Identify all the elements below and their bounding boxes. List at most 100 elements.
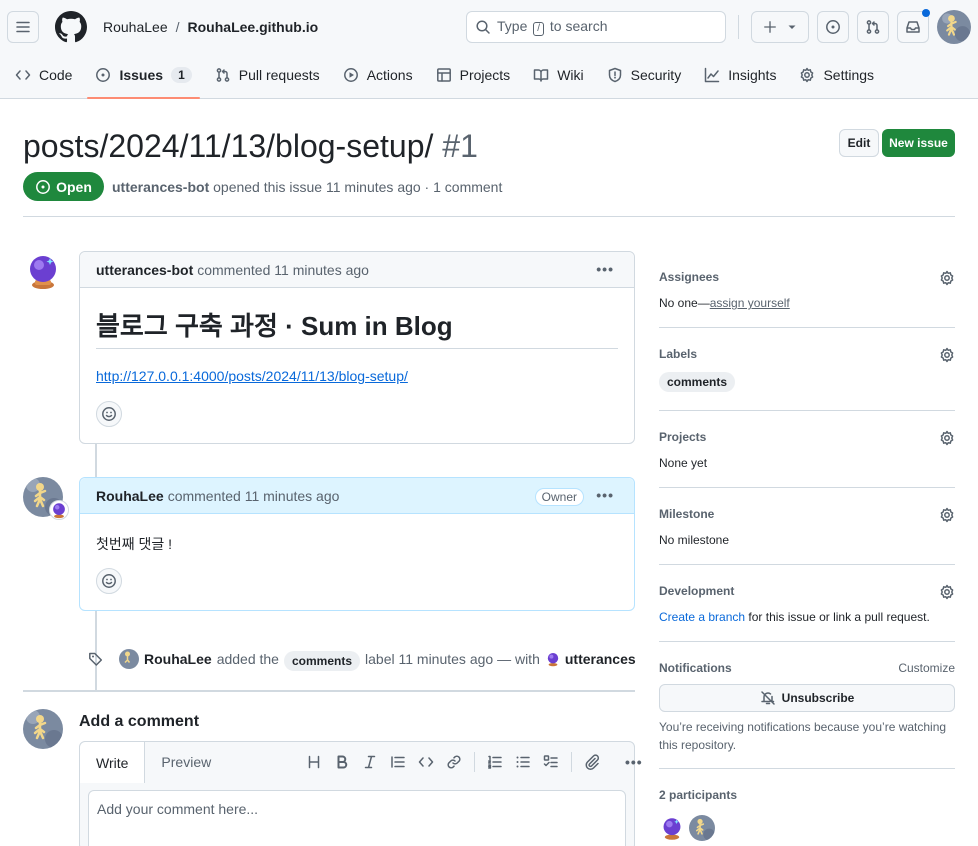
comment-timestamp: commented 11 minutes ago — [167, 487, 340, 504]
gear-icon[interactable] — [939, 430, 955, 446]
gear-icon[interactable] — [939, 347, 955, 363]
ordered-list-icon[interactable] — [487, 754, 503, 770]
gear-icon[interactable] — [939, 584, 955, 600]
tab-insights[interactable]: Insights — [696, 58, 784, 92]
comment-link[interactable]: http://127.0.0.1:4000/posts/2024/11/13/b… — [96, 368, 408, 384]
unsubscribe-label: Unsubscribe — [781, 691, 855, 705]
issue-opened-icon — [826, 20, 840, 34]
issues-shortcut-button[interactable] — [817, 11, 849, 43]
tab-issues[interactable]: Issues 1 — [87, 58, 201, 99]
kebab-horizontal-icon[interactable]: ••• — [596, 261, 614, 277]
tab-wiki[interactable]: Wiki — [525, 58, 591, 92]
breadcrumb: RouhaLee / RouhaLee.github.io — [103, 18, 318, 36]
search-icon — [476, 20, 490, 34]
menu-button[interactable] — [7, 11, 39, 43]
github-logo-icon[interactable] — [55, 11, 87, 43]
kebab-horizontal-icon[interactable]: ••• — [596, 487, 614, 503]
gear-icon[interactable] — [939, 270, 955, 286]
issue-number: #1 — [442, 128, 478, 164]
link-icon[interactable] — [446, 754, 462, 770]
issue-meta: utterances-bot opened this issue 11 minu… — [112, 179, 502, 195]
timeline-line — [95, 444, 97, 477]
unordered-list-icon[interactable] — [515, 754, 531, 770]
pull-requests-shortcut-button[interactable] — [857, 11, 889, 43]
label-chip[interactable]: comments — [659, 372, 736, 392]
issues-count-badge: 1 — [171, 67, 192, 83]
heading-icon[interactable] — [306, 754, 322, 770]
edit-button[interactable]: Edit — [839, 129, 879, 157]
comment-textarea[interactable]: Add your comment here... — [88, 790, 626, 846]
tasklist-icon[interactable] — [543, 754, 559, 770]
bold-icon[interactable] — [334, 754, 350, 770]
tab-actions[interactable]: Actions — [335, 58, 421, 92]
tab-label: Pull requests — [238, 67, 320, 83]
event-app-link[interactable]: utterances — [565, 651, 636, 667]
repo-name-link[interactable]: RouhaLee.github.io — [188, 18, 319, 36]
customize-link[interactable]: Customize — [898, 661, 955, 675]
add-comment-heading: Add a comment — [79, 713, 200, 730]
repo-nav: Code Issues 1 Pull requests Actions Proj… — [0, 58, 889, 99]
tab-label: Code — [39, 67, 73, 83]
tag-icon — [89, 652, 103, 666]
repo-owner-link[interactable]: RouhaLee — [103, 18, 168, 36]
event-text: label 11 minutes ago — with — [365, 651, 540, 667]
app-badge — [49, 500, 69, 520]
sidebar-divider — [659, 410, 955, 411]
kebab-horizontal-icon[interactable]: ••• — [625, 754, 643, 770]
gear-icon[interactable] — [939, 507, 955, 523]
development-text: for this issue or link a pull request. — [745, 610, 930, 624]
tab-code[interactable]: Code — [7, 58, 80, 92]
git-pull-request-icon — [866, 20, 880, 34]
tab-security[interactable]: Security — [599, 58, 690, 92]
search-input[interactable]: Type / to search — [466, 11, 726, 43]
sidebar-notifications: Notifications Customize — [659, 661, 955, 675]
tab-pull-requests[interactable]: Pull requests — [207, 58, 328, 92]
italic-icon[interactable] — [362, 754, 378, 770]
timeline-end-divider — [23, 690, 635, 692]
issue-author-link[interactable]: utterances-bot — [112, 179, 209, 195]
quote-icon[interactable] — [390, 754, 406, 770]
event-actor-avatar[interactable] — [119, 649, 139, 669]
label-chip[interactable]: comments — [283, 651, 361, 671]
participant-avatar[interactable] — [659, 815, 685, 841]
sidebar-divider — [659, 564, 955, 565]
assign-yourself-link[interactable]: assign yourself — [710, 296, 790, 310]
comment-author-link[interactable]: RouhaLee — [96, 488, 164, 504]
sidebar-projects: Projects None yet — [659, 430, 955, 470]
editor-toolbar: ••• — [306, 742, 643, 782]
composer-avatar[interactable] — [23, 709, 63, 749]
comment-author-link[interactable]: utterances-bot — [96, 262, 193, 278]
header-divider — [738, 15, 739, 39]
search-prefix: Type — [497, 18, 528, 34]
utterances-bot-avatar[interactable] — [23, 251, 63, 291]
code-icon[interactable] — [418, 754, 434, 770]
comment-editor: Write Preview ••• Add your comment here.… — [79, 741, 642, 846]
tab-preview[interactable]: Preview — [145, 742, 227, 782]
issue-opened-icon — [96, 68, 111, 82]
crystal-ball-icon — [545, 651, 561, 667]
participant-avatar[interactable] — [689, 815, 715, 841]
sidebar-development: Development Create a branch for this iss… — [659, 584, 955, 624]
new-issue-button[interactable]: New issue — [882, 129, 955, 157]
create-branch-link[interactable]: Create a branch — [659, 610, 745, 624]
sidebar-heading: Assignees — [659, 270, 720, 284]
milestone-value: No milestone — [659, 533, 730, 547]
unsubscribe-button[interactable]: Unsubscribe — [659, 684, 955, 712]
bell-slash-icon — [760, 691, 775, 705]
paperclip-icon[interactable] — [584, 754, 600, 770]
tab-settings[interactable]: Settings — [791, 58, 882, 92]
notification-dot — [922, 9, 930, 17]
crystal-ball-icon — [53, 503, 65, 519]
add-reaction-button[interactable] — [96, 568, 122, 594]
create-new-button[interactable] — [751, 11, 809, 43]
event-actor-link[interactable]: RouhaLee — [144, 651, 212, 667]
tab-label: Security — [630, 67, 682, 83]
add-reaction-button[interactable] — [96, 401, 122, 427]
tab-projects[interactable]: Projects — [428, 58, 519, 92]
tab-write[interactable]: Write — [80, 742, 146, 783]
user-avatar[interactable] — [937, 10, 971, 44]
sidebar-divider — [659, 487, 955, 488]
tab-label: Wiki — [557, 67, 584, 83]
git-pull-request-icon — [216, 68, 230, 82]
comment-header: utterances-bot commented 11 minutes ago •… — [80, 252, 634, 288]
